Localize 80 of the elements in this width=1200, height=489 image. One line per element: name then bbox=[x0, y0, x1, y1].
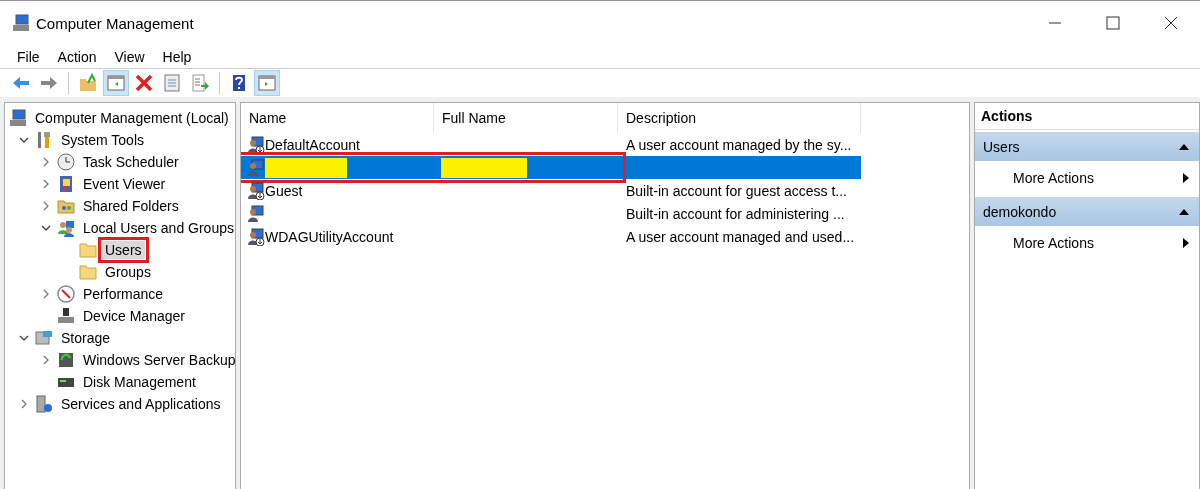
table-row[interactable]: Guest Built-in account for guest access t... bbox=[241, 179, 861, 202]
section-title: demokondo bbox=[983, 203, 1057, 220]
menu-item[interactable]: Help bbox=[153, 48, 201, 65]
menu-item[interactable]: File bbox=[8, 48, 49, 65]
chevron-right-icon[interactable] bbox=[41, 179, 51, 189]
table-row[interactable]: DefaultAccount A user account managed by the sy... bbox=[241, 133, 861, 156]
column-header[interactable]: Full Name bbox=[434, 103, 618, 133]
menu-item[interactable]: View bbox=[105, 48, 154, 65]
collapse-arrow-icon[interactable] bbox=[1179, 208, 1189, 215]
table-cell: WDAGUtilityAccount bbox=[265, 228, 394, 245]
maximize-icon bbox=[1105, 15, 1121, 31]
user-disabled-icon bbox=[247, 135, 265, 154]
tree-item[interactable]: System Tools bbox=[58, 131, 147, 149]
window-title: Computer Management bbox=[36, 14, 195, 32]
user-disabled-icon bbox=[247, 227, 265, 246]
table-cell: A user account managed by the sy... bbox=[626, 136, 852, 153]
tools-icon bbox=[35, 131, 53, 149]
user-icon bbox=[247, 158, 265, 177]
column-header[interactable]: Name bbox=[241, 103, 434, 133]
gauge-icon bbox=[57, 285, 75, 303]
action-link[interactable]: More Actions bbox=[975, 161, 1199, 195]
tree-item[interactable]: Shared Folders bbox=[80, 197, 182, 215]
backup-icon bbox=[57, 351, 75, 369]
tree-item[interactable]: Local Users and Groups bbox=[80, 219, 235, 237]
tree-item[interactable]: Computer Management (Local) bbox=[32, 109, 232, 127]
pane-title: Actions bbox=[975, 103, 1199, 130]
collapse-arrow-icon[interactable] bbox=[1179, 143, 1189, 150]
submenu-arrow-icon bbox=[1183, 173, 1189, 183]
chevron-down-icon[interactable] bbox=[19, 333, 29, 343]
computer-icon bbox=[9, 109, 27, 127]
chevron-right-icon[interactable] bbox=[41, 157, 51, 167]
pane-icon bbox=[106, 73, 126, 93]
tree-item[interactable]: Disk Management bbox=[80, 373, 199, 391]
section-header[interactable]: Users bbox=[975, 132, 1199, 161]
folder-icon bbox=[79, 241, 97, 259]
users-icon bbox=[57, 219, 75, 237]
close-icon bbox=[1163, 15, 1179, 31]
section-title: Users bbox=[983, 138, 1020, 155]
action-link[interactable]: More Actions bbox=[975, 226, 1199, 260]
minimize-icon bbox=[1049, 22, 1061, 24]
book-icon bbox=[57, 175, 75, 193]
server-icon bbox=[35, 395, 53, 413]
clock-icon bbox=[57, 153, 75, 171]
storage-icon bbox=[35, 329, 53, 347]
export-list-icon bbox=[190, 73, 210, 93]
computer-icon bbox=[12, 14, 30, 32]
pane-icon bbox=[257, 73, 277, 93]
folder-up-icon bbox=[78, 73, 98, 93]
chevron-right-icon[interactable] bbox=[41, 201, 51, 211]
user-icon bbox=[247, 204, 265, 223]
tree-item[interactable]: Windows Server Backup bbox=[80, 351, 235, 369]
menu-item[interactable]: Action bbox=[48, 48, 106, 65]
tree-item[interactable]: Storage bbox=[58, 329, 114, 347]
table-cell: Guest bbox=[265, 182, 303, 199]
properties-icon bbox=[162, 73, 182, 93]
table-row[interactable]: WDAGUtilityAccount A user account managed and used... bbox=[241, 225, 861, 248]
chevron-down-icon[interactable] bbox=[41, 223, 51, 233]
table-cell: A user account managed and used... bbox=[626, 228, 855, 245]
tree-item[interactable]: Task Scheduler bbox=[80, 153, 182, 171]
table-cell: Built-in account for guest access t... bbox=[626, 182, 847, 199]
chevron-down-icon[interactable] bbox=[19, 135, 29, 145]
chevron-right-icon[interactable] bbox=[41, 355, 51, 365]
delete-icon bbox=[134, 73, 154, 93]
chevron-right-icon[interactable] bbox=[41, 289, 51, 299]
column-header[interactable]: Description bbox=[618, 103, 861, 133]
tree-item[interactable]: Device Manager bbox=[80, 307, 188, 325]
submenu-arrow-icon bbox=[1183, 238, 1189, 248]
folder-icon bbox=[79, 263, 97, 281]
device-icon bbox=[57, 307, 75, 325]
tree-item[interactable]: Groups bbox=[102, 263, 154, 281]
tree-item[interactable]: Services and Applications bbox=[58, 395, 224, 413]
chevron-right-icon[interactable] bbox=[19, 399, 29, 409]
table-row[interactable]: Built-in account for administering ... bbox=[241, 202, 861, 225]
section-header[interactable]: demokondo bbox=[975, 197, 1199, 226]
tree-item[interactable]: Performance bbox=[80, 285, 167, 303]
tree-item[interactable]: Event Viewer bbox=[80, 175, 169, 193]
table-cell: DefaultAccount bbox=[265, 136, 360, 153]
folder-icon bbox=[57, 197, 75, 215]
user-disabled-icon bbox=[247, 181, 265, 200]
table-cell: Built-in account for administering ... bbox=[626, 205, 845, 222]
